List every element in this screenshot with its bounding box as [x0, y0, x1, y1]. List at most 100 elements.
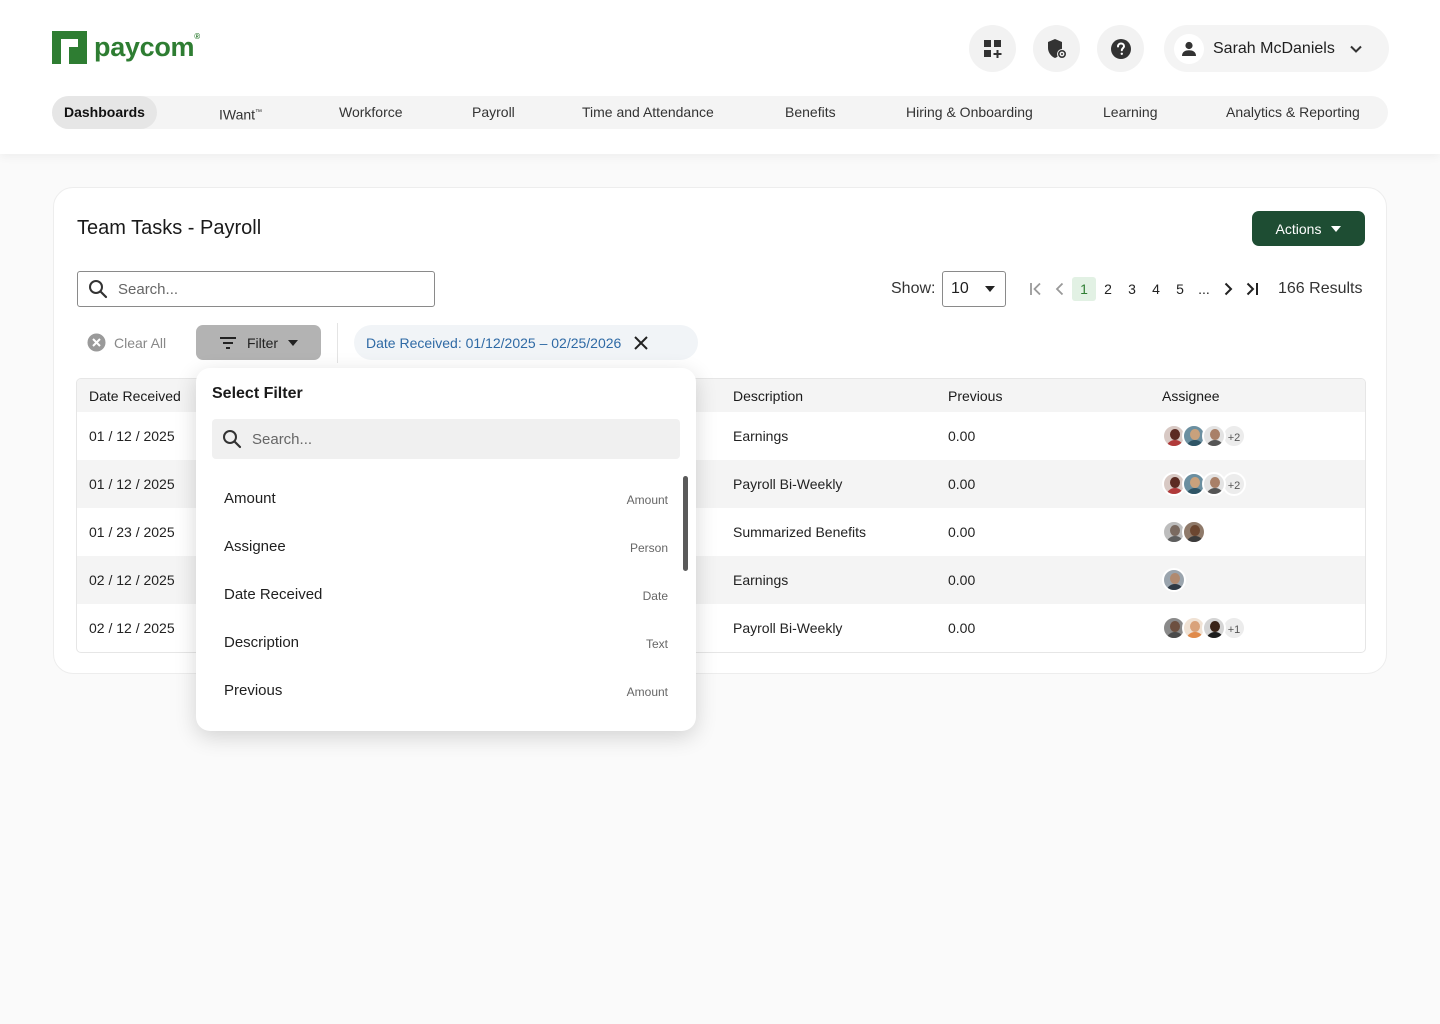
logo-text: paycom: [94, 32, 195, 62]
cell-previous: 0.00: [948, 524, 976, 540]
cell-previous: 0.00: [948, 572, 976, 588]
caret-down-icon: [984, 286, 995, 292]
nav-item-label: Time and Attendance: [582, 104, 714, 120]
chevron-left-icon: [1055, 282, 1064, 296]
assignee-avatars[interactable]: [1162, 520, 1206, 544]
filter-button[interactable]: Filter: [196, 325, 321, 360]
nav-item-analytics-reporting[interactable]: Analytics & Reporting: [1214, 96, 1372, 129]
cell-date-received: 01 / 12 / 2025: [89, 476, 175, 492]
user-icon: [1182, 41, 1196, 56]
filter-option-description[interactable]: Description Text: [196, 619, 682, 667]
avatar: [1182, 520, 1206, 544]
page-title: Team Tasks - Payroll: [77, 217, 262, 239]
last-page-button[interactable]: [1240, 277, 1264, 301]
close-icon[interactable]: [633, 335, 649, 351]
main-nav: Dashboards IWant™ Workforce Payroll Time…: [52, 96, 1388, 129]
shield-gear-icon: [1047, 38, 1067, 59]
filter-option-type: Text: [645, 637, 668, 651]
cell-date-received: 01 / 23 / 2025: [89, 524, 175, 540]
assignee-avatars[interactable]: +2: [1162, 472, 1246, 496]
top-icon-group: [969, 25, 1144, 72]
assignee-avatars[interactable]: [1162, 568, 1186, 592]
select-filter-dropdown: Select Filter Amount Amount Assignee Per…: [196, 368, 696, 731]
column-header-assignee[interactable]: Assignee: [1162, 388, 1220, 404]
filter-option-label: Assignee: [224, 538, 286, 555]
column-header-description[interactable]: Description: [733, 388, 803, 404]
filter-option-date-received[interactable]: Date Received Date: [196, 571, 682, 619]
nav-item-iwant[interactable]: IWant™: [207, 96, 274, 129]
cell-date-received: 02 / 12 / 2025: [89, 572, 175, 588]
page-3-button[interactable]: 3: [1120, 277, 1144, 301]
page-size-value: 10: [951, 280, 969, 297]
prev-page-button[interactable]: [1048, 277, 1072, 301]
cell-previous: 0.00: [948, 620, 976, 636]
help-button[interactable]: [1097, 25, 1144, 72]
dropdown-scrollbar[interactable]: [683, 476, 688, 571]
page-5-button[interactable]: 5: [1168, 277, 1192, 301]
cell-description: Payroll Bi-Weekly: [733, 476, 843, 492]
user-menu[interactable]: Sarah McDaniels: [1164, 25, 1389, 72]
clear-all-button[interactable]: Clear All: [87, 333, 166, 352]
column-header-date-received[interactable]: Date Received: [89, 388, 181, 404]
clear-all-label: Clear All: [114, 334, 167, 351]
security-settings-button[interactable]: [1033, 25, 1080, 72]
filter-option-label: Amount: [224, 490, 276, 507]
table-search: [77, 271, 435, 307]
first-page-button[interactable]: [1024, 277, 1048, 301]
cell-previous: 0.00: [948, 476, 976, 492]
active-filter-chip: Date Received: 01/12/2025 – 02/25/2026: [354, 325, 698, 360]
cell-description: Earnings: [733, 572, 789, 588]
nav-item-workforce[interactable]: Workforce: [327, 96, 415, 129]
avatar: [1202, 472, 1226, 496]
nav-item-label: IWant: [219, 106, 256, 123]
nav-item-learning[interactable]: Learning: [1091, 96, 1170, 129]
nav-item-time-and-attendance[interactable]: Time and Attendance: [570, 96, 726, 129]
search-icon: [89, 280, 108, 299]
caret-down-icon: [288, 339, 299, 346]
trademark-mark: ™: [255, 109, 263, 116]
avatar: [1162, 568, 1186, 592]
search-icon: [223, 430, 242, 449]
column-header-previous[interactable]: Previous: [948, 388, 1002, 404]
filter-search-input[interactable]: [252, 430, 652, 448]
assignee-avatars[interactable]: +2: [1162, 424, 1246, 448]
pagination: 1 2 3 4 5 ...: [1024, 277, 1264, 301]
filter-option-amount[interactable]: Amount Amount: [196, 475, 682, 523]
nav-item-label: Benefits: [785, 104, 836, 120]
nav-item-hiring-onboarding[interactable]: Hiring & Onboarding: [894, 96, 1045, 129]
paycom-logo[interactable]: paycom®: [52, 31, 200, 64]
cell-description: Earnings: [733, 428, 789, 444]
cell-date-received: 02 / 12 / 2025: [89, 620, 175, 636]
dropdown-title: Select Filter: [212, 385, 303, 402]
filter-option-label: Date Received: [224, 586, 323, 603]
filter-option-previous[interactable]: Previous Amount: [196, 667, 682, 715]
filter-lines-icon: [219, 336, 236, 349]
page-4-button[interactable]: 4: [1144, 277, 1168, 301]
show-label: Show:: [891, 280, 936, 297]
filter-option-label: Previous: [224, 682, 283, 699]
clear-circle-icon: [87, 333, 106, 352]
caret-down-icon: [1331, 225, 1342, 232]
top-header: paycom® Sarah McDaniels Dashboards IWant…: [0, 0, 1440, 154]
user-name: Sarah McDaniels: [1213, 39, 1335, 57]
assignee-avatars[interactable]: +1: [1162, 616, 1246, 640]
nav-item-label: Dashboards: [64, 104, 145, 120]
filter-option-type: Amount: [626, 493, 668, 507]
chevron-right-icon: [1224, 282, 1233, 296]
next-page-button[interactable]: [1216, 277, 1240, 301]
page-2-button[interactable]: 2: [1096, 277, 1120, 301]
nav-item-payroll[interactable]: Payroll: [460, 96, 527, 129]
search-input[interactable]: [118, 280, 398, 298]
nav-item-benefits[interactable]: Benefits: [773, 96, 848, 129]
page-size-select[interactable]: 10: [942, 271, 1006, 307]
help-icon: [1110, 38, 1131, 59]
nav-item-dashboards[interactable]: Dashboards: [52, 96, 157, 129]
actions-button[interactable]: Actions: [1252, 211, 1365, 246]
actions-button-label: Actions: [1275, 220, 1322, 237]
logo-registered: ®: [194, 32, 200, 41]
filter-option-assignee[interactable]: Assignee Person: [196, 523, 682, 571]
apps-add-button[interactable]: [969, 25, 1016, 72]
page-1-button[interactable]: 1: [1072, 277, 1096, 301]
filter-search: [212, 419, 680, 459]
avatar: [1202, 424, 1226, 448]
